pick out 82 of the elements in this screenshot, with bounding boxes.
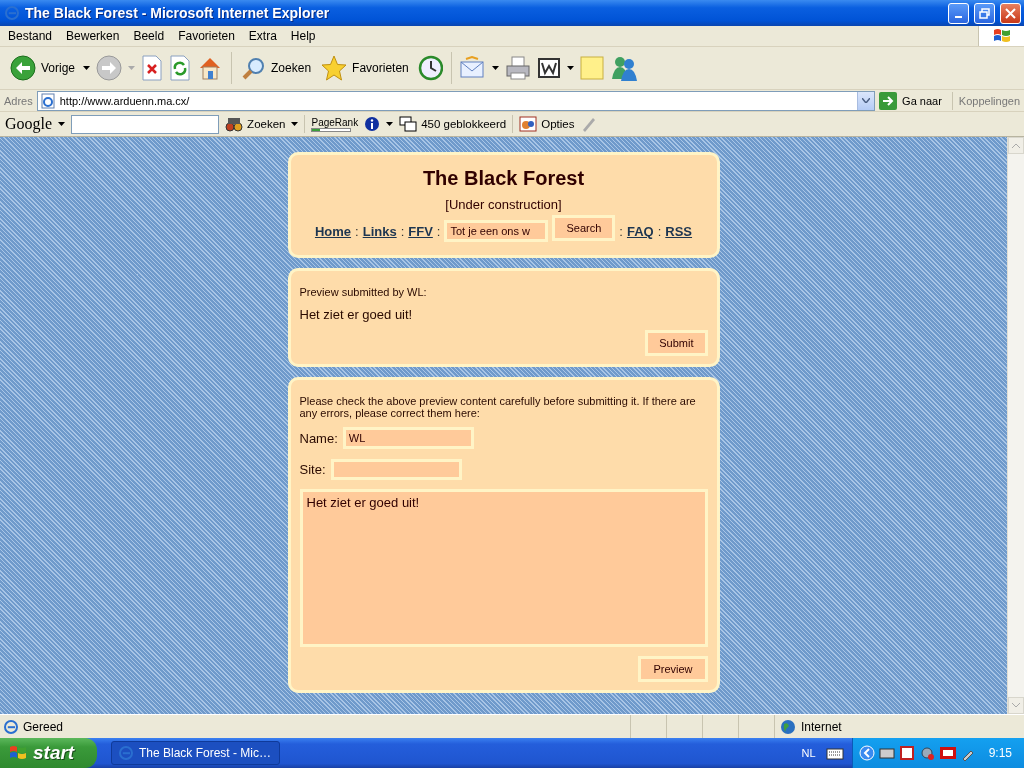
windows-icon [399,116,418,132]
nav-separator: : [657,223,662,239]
menu-item[interactable]: Extra [240,26,283,46]
name-label: Name: [299,430,338,446]
preview-label: Preview submitted by WL: [299,286,428,298]
stop-icon[interactable] [141,55,164,81]
security-zone: Internet [801,719,842,734]
nav-separator: : [436,223,441,239]
chevron-icon[interactable] [858,745,875,761]
site-subtitle: [Under construction] [444,197,563,212]
site-label: Site: [299,462,326,477]
popup-blocker-button[interactable]: 450 geblokkeerd [399,116,507,132]
start-button[interactable]: start [0,738,97,768]
info-icon[interactable] [364,116,381,132]
search-button[interactable]: Search [552,214,616,241]
search-icon [242,56,267,80]
dropdown-arrow-icon[interactable] [291,122,299,126]
address-label: Adres [4,94,33,107]
nav-separator: : [619,223,623,239]
page-icon [39,92,56,109]
submit-button[interactable]: Submit [645,330,708,356]
google-logo[interactable]: Google [5,115,53,133]
search-button[interactable]: Zoeken [240,54,314,82]
mail-icon[interactable] [459,56,486,80]
favorites-button[interactable]: Favorieten [319,53,411,83]
nav-link[interactable]: Links [362,223,397,239]
close-icon [1005,7,1016,19]
nav-separator: : [355,223,359,239]
back-button[interactable]: Vorige [8,53,78,83]
options-button[interactable]: Opties [519,116,575,132]
google-search-field[interactable] [71,114,220,134]
dropdown-arrow-icon[interactable] [83,66,91,70]
menu-item[interactable]: Bewerken [58,26,126,46]
taskbar-item[interactable]: The Black Forest - Mic… [111,741,281,765]
refresh-icon[interactable] [169,55,192,81]
language-indicator[interactable]: NL [801,747,816,759]
window-title: The Black Forest - Microsoft Internet Explorer [25,5,331,21]
google-search-button[interactable]: Zoeken [225,116,286,132]
name-field[interactable]: WL [342,427,474,449]
keyboard-icon[interactable] [825,746,844,760]
restore-icon [979,7,990,19]
windows-flag-icon [8,744,28,762]
network-icon[interactable] [878,745,895,761]
dropdown-arrow-icon[interactable] [491,66,499,70]
preview-button[interactable]: Preview [638,656,708,682]
people-icon[interactable] [609,55,638,81]
message-field[interactable]: Het ziet er goed uit! [299,489,708,647]
menu-item[interactable]: Beeld [125,26,171,46]
menu-item[interactable]: Help [282,26,322,46]
nav-separator: : [400,223,405,239]
history-icon[interactable] [416,55,443,81]
site-title: The Black Forest [421,167,586,190]
site-field[interactable] [330,459,462,480]
menu-item[interactable]: Bestand [0,26,59,46]
close-button[interactable] [1000,2,1021,24]
binoculars-icon [225,116,244,132]
nav-link[interactable]: Home [314,223,352,239]
nav-link[interactable]: FFV [408,223,433,239]
form-instructions: Please check the above preview content carefully before submitting it. If there are any errors, please correct them here: [299,395,697,419]
links-button[interactable]: Koppelingen [951,91,1024,110]
globe-icon [780,718,796,735]
nav-link[interactable]: FAQ [626,223,654,239]
star-icon [321,55,348,81]
nav-link[interactable]: RSS [665,223,693,239]
minimize-icon [955,15,962,18]
pagerank-label: PageRank [311,116,359,128]
preview-text: Het ziet er goed uit! [299,307,414,322]
site-search-field[interactable]: Tot je een ons w [444,220,549,242]
address-field[interactable]: http://www.arduenn.ma.cx/ [36,90,876,111]
menu-item[interactable]: Favorieten [170,26,241,46]
go-button[interactable]: Ga naar [879,91,948,110]
restore-button[interactable] [974,2,995,24]
windows-flag-icon [991,27,1012,45]
status-text: Gereed [23,719,64,734]
options-icon [519,116,538,132]
word-icon[interactable] [536,56,561,80]
minimize-button[interactable] [948,2,969,24]
clock: 9:15 [988,746,1012,760]
dropdown-arrow-icon[interactable] [58,122,66,126]
dropdown-arrow-icon[interactable] [566,66,574,70]
dropdown-arrow-icon[interactable] [386,122,394,126]
printer-icon[interactable] [504,55,531,81]
